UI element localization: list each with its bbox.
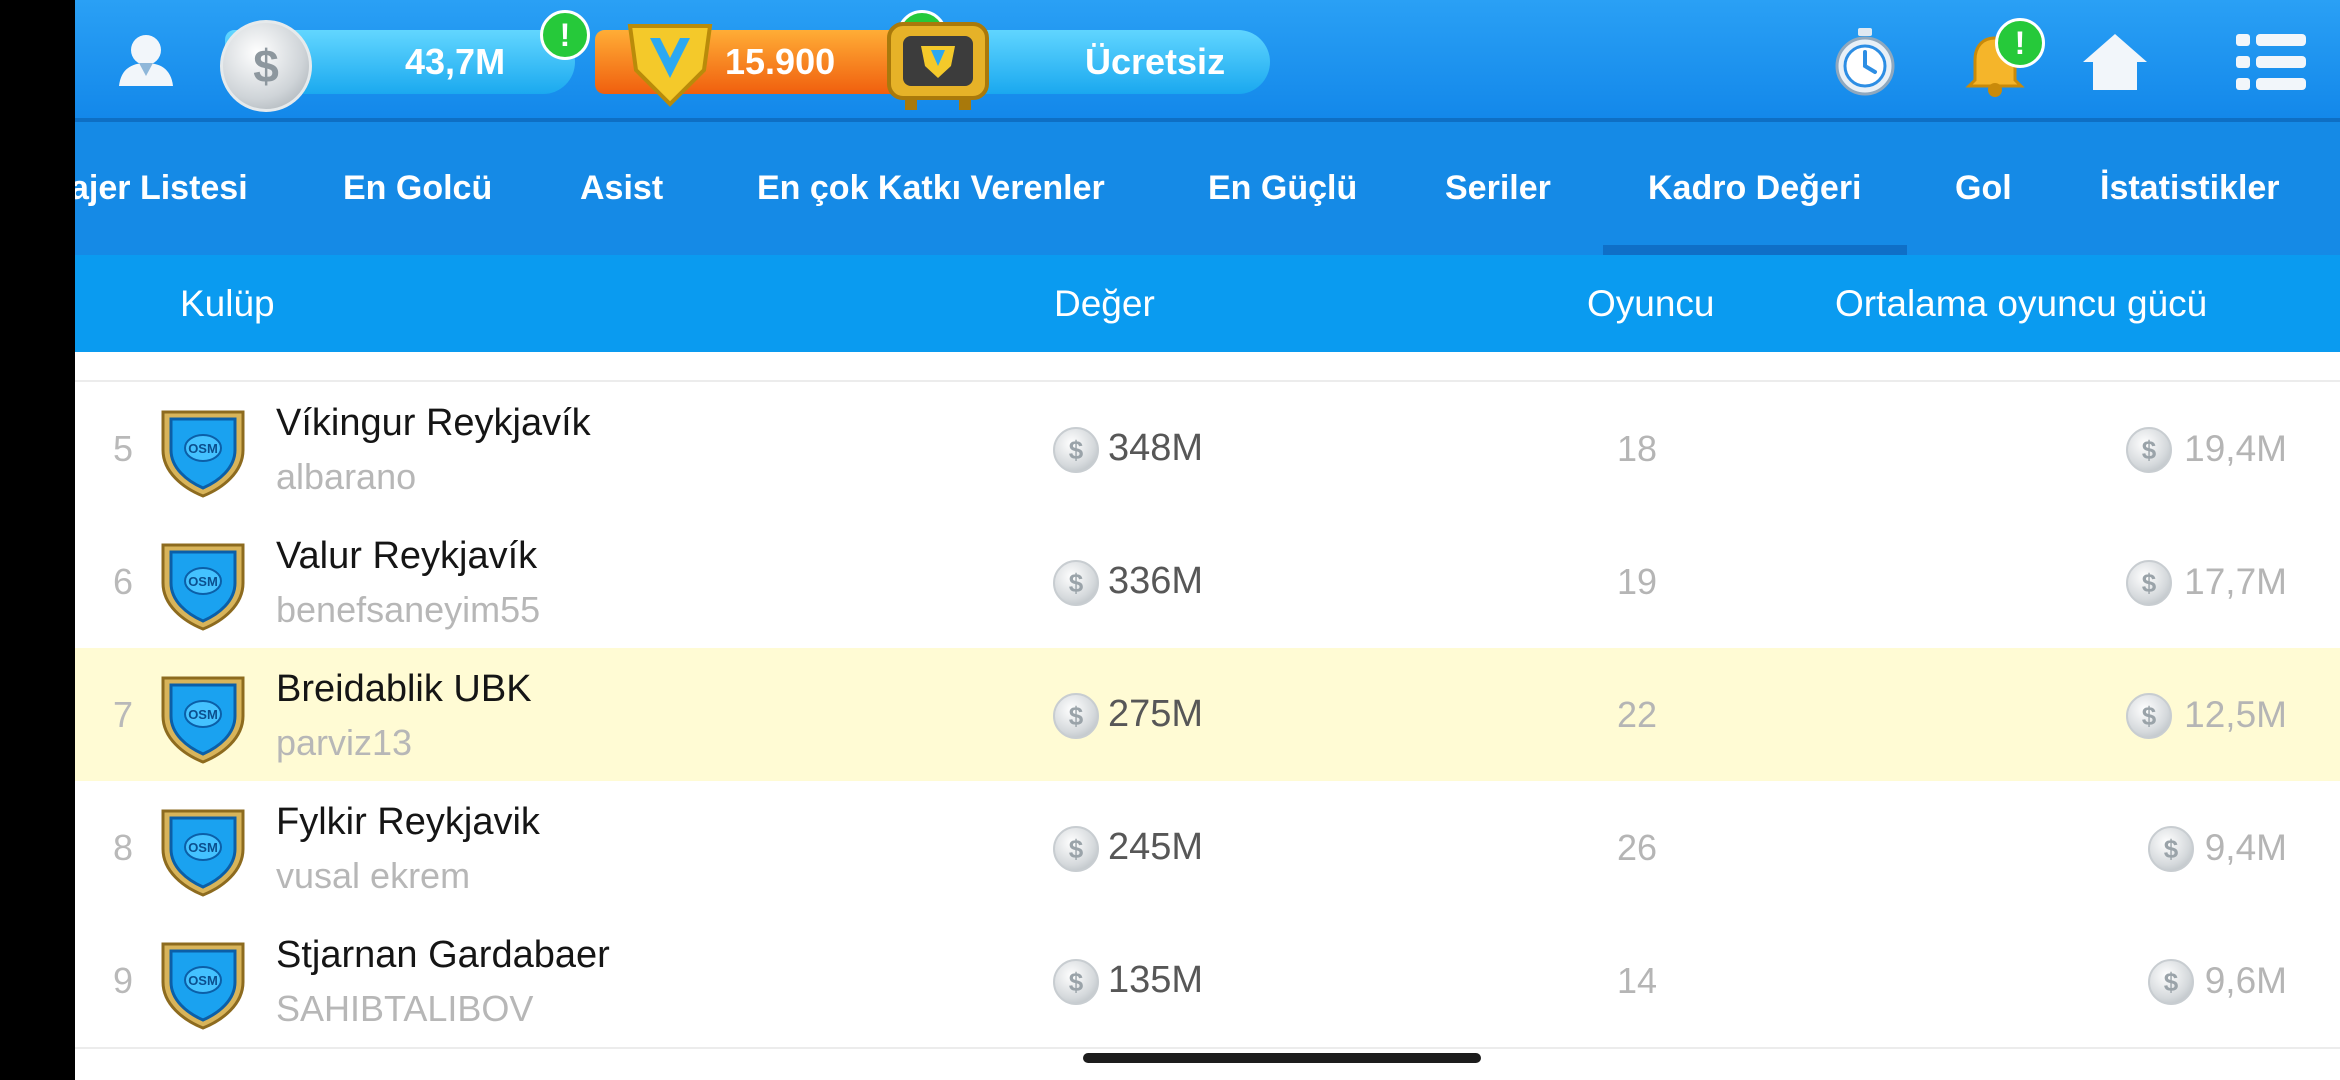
free-label: Ücretsiz xyxy=(1085,41,1226,82)
squad-value: 135M xyxy=(1108,959,1204,1001)
home-indicator[interactable] xyxy=(1083,1053,1481,1063)
stopwatch-icon[interactable] xyxy=(1825,22,1905,102)
table-row[interactable]: 5 OSM Víkingur Reykjavík albarano $ 348M… xyxy=(75,382,2340,517)
rank: 5 xyxy=(113,428,134,469)
avg-strength: 9,6M xyxy=(2204,960,2287,1001)
tab-player-list[interactable]: ajer Listesi xyxy=(75,122,248,255)
rank: 6 xyxy=(113,561,134,602)
column-value[interactable]: Değer xyxy=(1054,255,1155,352)
column-club[interactable]: Kulüp xyxy=(180,255,275,352)
coin-icon: $ xyxy=(2148,826,2194,872)
tab-top-scorer[interactable]: En Golcü xyxy=(343,122,492,255)
club-badge-icon: OSM xyxy=(161,410,245,498)
player-count: 18 xyxy=(1617,428,1658,469)
table-row-partial xyxy=(75,352,2340,382)
coin-icon: $ xyxy=(1053,693,1099,739)
squad-value: 275M xyxy=(1108,693,1204,735)
gold-value: 15.900 xyxy=(725,41,836,82)
squad-value: 245M xyxy=(1108,826,1204,868)
manager-name[interactable]: albarano xyxy=(276,456,416,498)
home-icon[interactable] xyxy=(2075,22,2155,102)
notification-alert-badge: ! xyxy=(1995,18,2045,68)
club-name[interactable]: Fylkir Reykjavik xyxy=(276,801,540,844)
tab-top-contributors[interactable]: En çok Katkı Verenler xyxy=(757,122,1105,255)
leaderboard-list[interactable]: 5 OSM Víkingur Reykjavík albarano $ 348M… xyxy=(75,352,2340,1080)
column-avg-strength[interactable]: Ortalama oyuncu gücü xyxy=(1835,255,2207,352)
gold-token-icon xyxy=(627,24,713,107)
table-header: Kulüp Değer Oyuncu Ortalama oyuncu gücü xyxy=(75,255,2340,352)
table-row[interactable]: 6 OSM Valur Reykjavík benefsaneyim55 $ 3… xyxy=(75,515,2340,650)
rank: 9 xyxy=(113,960,134,1001)
tab-squad-value[interactable]: Kadro Değeri xyxy=(1603,122,1906,255)
club-badge-icon: OSM xyxy=(161,809,245,897)
tab-series[interactable]: Seriler xyxy=(1445,122,1551,255)
coins-value: 43,7M xyxy=(405,41,506,82)
club-badge-icon: OSM xyxy=(161,676,245,764)
player-count: 19 xyxy=(1617,561,1658,602)
coin-icon: $ xyxy=(2126,427,2172,473)
avg-strength: 12,5M xyxy=(2184,694,2287,735)
player-count: 22 xyxy=(1617,694,1658,735)
manager-name[interactable]: SAHIBTALIBOV xyxy=(276,988,533,1030)
player-count: 26 xyxy=(1617,827,1658,868)
rank: 8 xyxy=(113,827,134,868)
menu-icon[interactable] xyxy=(2230,22,2310,102)
avg-strength: 17,7M xyxy=(2184,561,2287,602)
table-row-highlighted[interactable]: 7 OSM Breidablik UBK parviz13 $ 275M 22 … xyxy=(75,648,2340,783)
avg-strength: 19,4M xyxy=(2184,428,2287,469)
tab-statistics[interactable]: İstatistikler xyxy=(2100,122,2280,255)
svg-text:OSM: OSM xyxy=(188,973,218,988)
avg-strength: 9,4M xyxy=(2204,827,2287,868)
svg-text:OSM: OSM xyxy=(188,574,218,589)
table-row[interactable]: 9 OSM Stjarnan Gardabaer SAHIBTALIBOV $ … xyxy=(75,914,2340,1049)
club-badge-icon: OSM xyxy=(161,942,245,1030)
manager-name[interactable]: parviz13 xyxy=(276,722,412,764)
coin-icon: $ xyxy=(2126,560,2172,606)
manager-name[interactable]: vusal ekrem xyxy=(276,855,470,897)
tab-assist[interactable]: Asist xyxy=(580,122,663,255)
club-badge-icon: OSM xyxy=(161,543,245,631)
club-name[interactable]: Stjarnan Gardabaer xyxy=(276,934,610,977)
coin-icon: $ xyxy=(220,20,312,112)
coin-icon: $ xyxy=(1053,560,1099,606)
coin-icon: $ xyxy=(1053,826,1099,872)
club-name[interactable]: Víkingur Reykjavík xyxy=(276,402,591,445)
table-row[interactable]: 8 OSM Fylkir Reykjavik vusal ekrem $ 245… xyxy=(75,781,2340,916)
svg-text:OSM: OSM xyxy=(188,840,218,855)
rank: 7 xyxy=(113,694,134,735)
svg-text:OSM: OSM xyxy=(188,707,218,722)
tab-goal[interactable]: Gol xyxy=(1955,122,2012,255)
svg-text:OSM: OSM xyxy=(188,441,218,456)
player-count: 14 xyxy=(1617,960,1658,1001)
coin-icon: $ xyxy=(1053,427,1099,473)
top-bar: 43,7M $ ! 15.900 + ! Ücretsiz xyxy=(75,0,2340,122)
club-name[interactable]: Breidablik UBK xyxy=(276,668,532,711)
coin-icon: $ xyxy=(2126,693,2172,739)
manager-name[interactable]: benefsaneyim55 xyxy=(276,589,540,631)
coin-icon: $ xyxy=(1053,959,1099,1005)
tab-strongest[interactable]: En Güçlü xyxy=(1208,122,1357,255)
tv-icon xyxy=(887,22,989,110)
club-name[interactable]: Valur Reykjavík xyxy=(276,535,537,578)
coin-icon: $ xyxy=(2148,959,2194,1005)
app: 43,7M $ ! 15.900 + ! Ücretsiz xyxy=(75,0,2340,1080)
column-players[interactable]: Oyuncu xyxy=(1587,255,1715,352)
squad-value: 336M xyxy=(1108,560,1204,602)
coins-alert-badge: ! xyxy=(540,10,590,60)
user-icon[interactable] xyxy=(115,32,177,88)
squad-value: 348M xyxy=(1108,427,1204,469)
tab-bar: ajer Listesi En Golcü Asist En çok Katkı… xyxy=(75,122,2340,255)
